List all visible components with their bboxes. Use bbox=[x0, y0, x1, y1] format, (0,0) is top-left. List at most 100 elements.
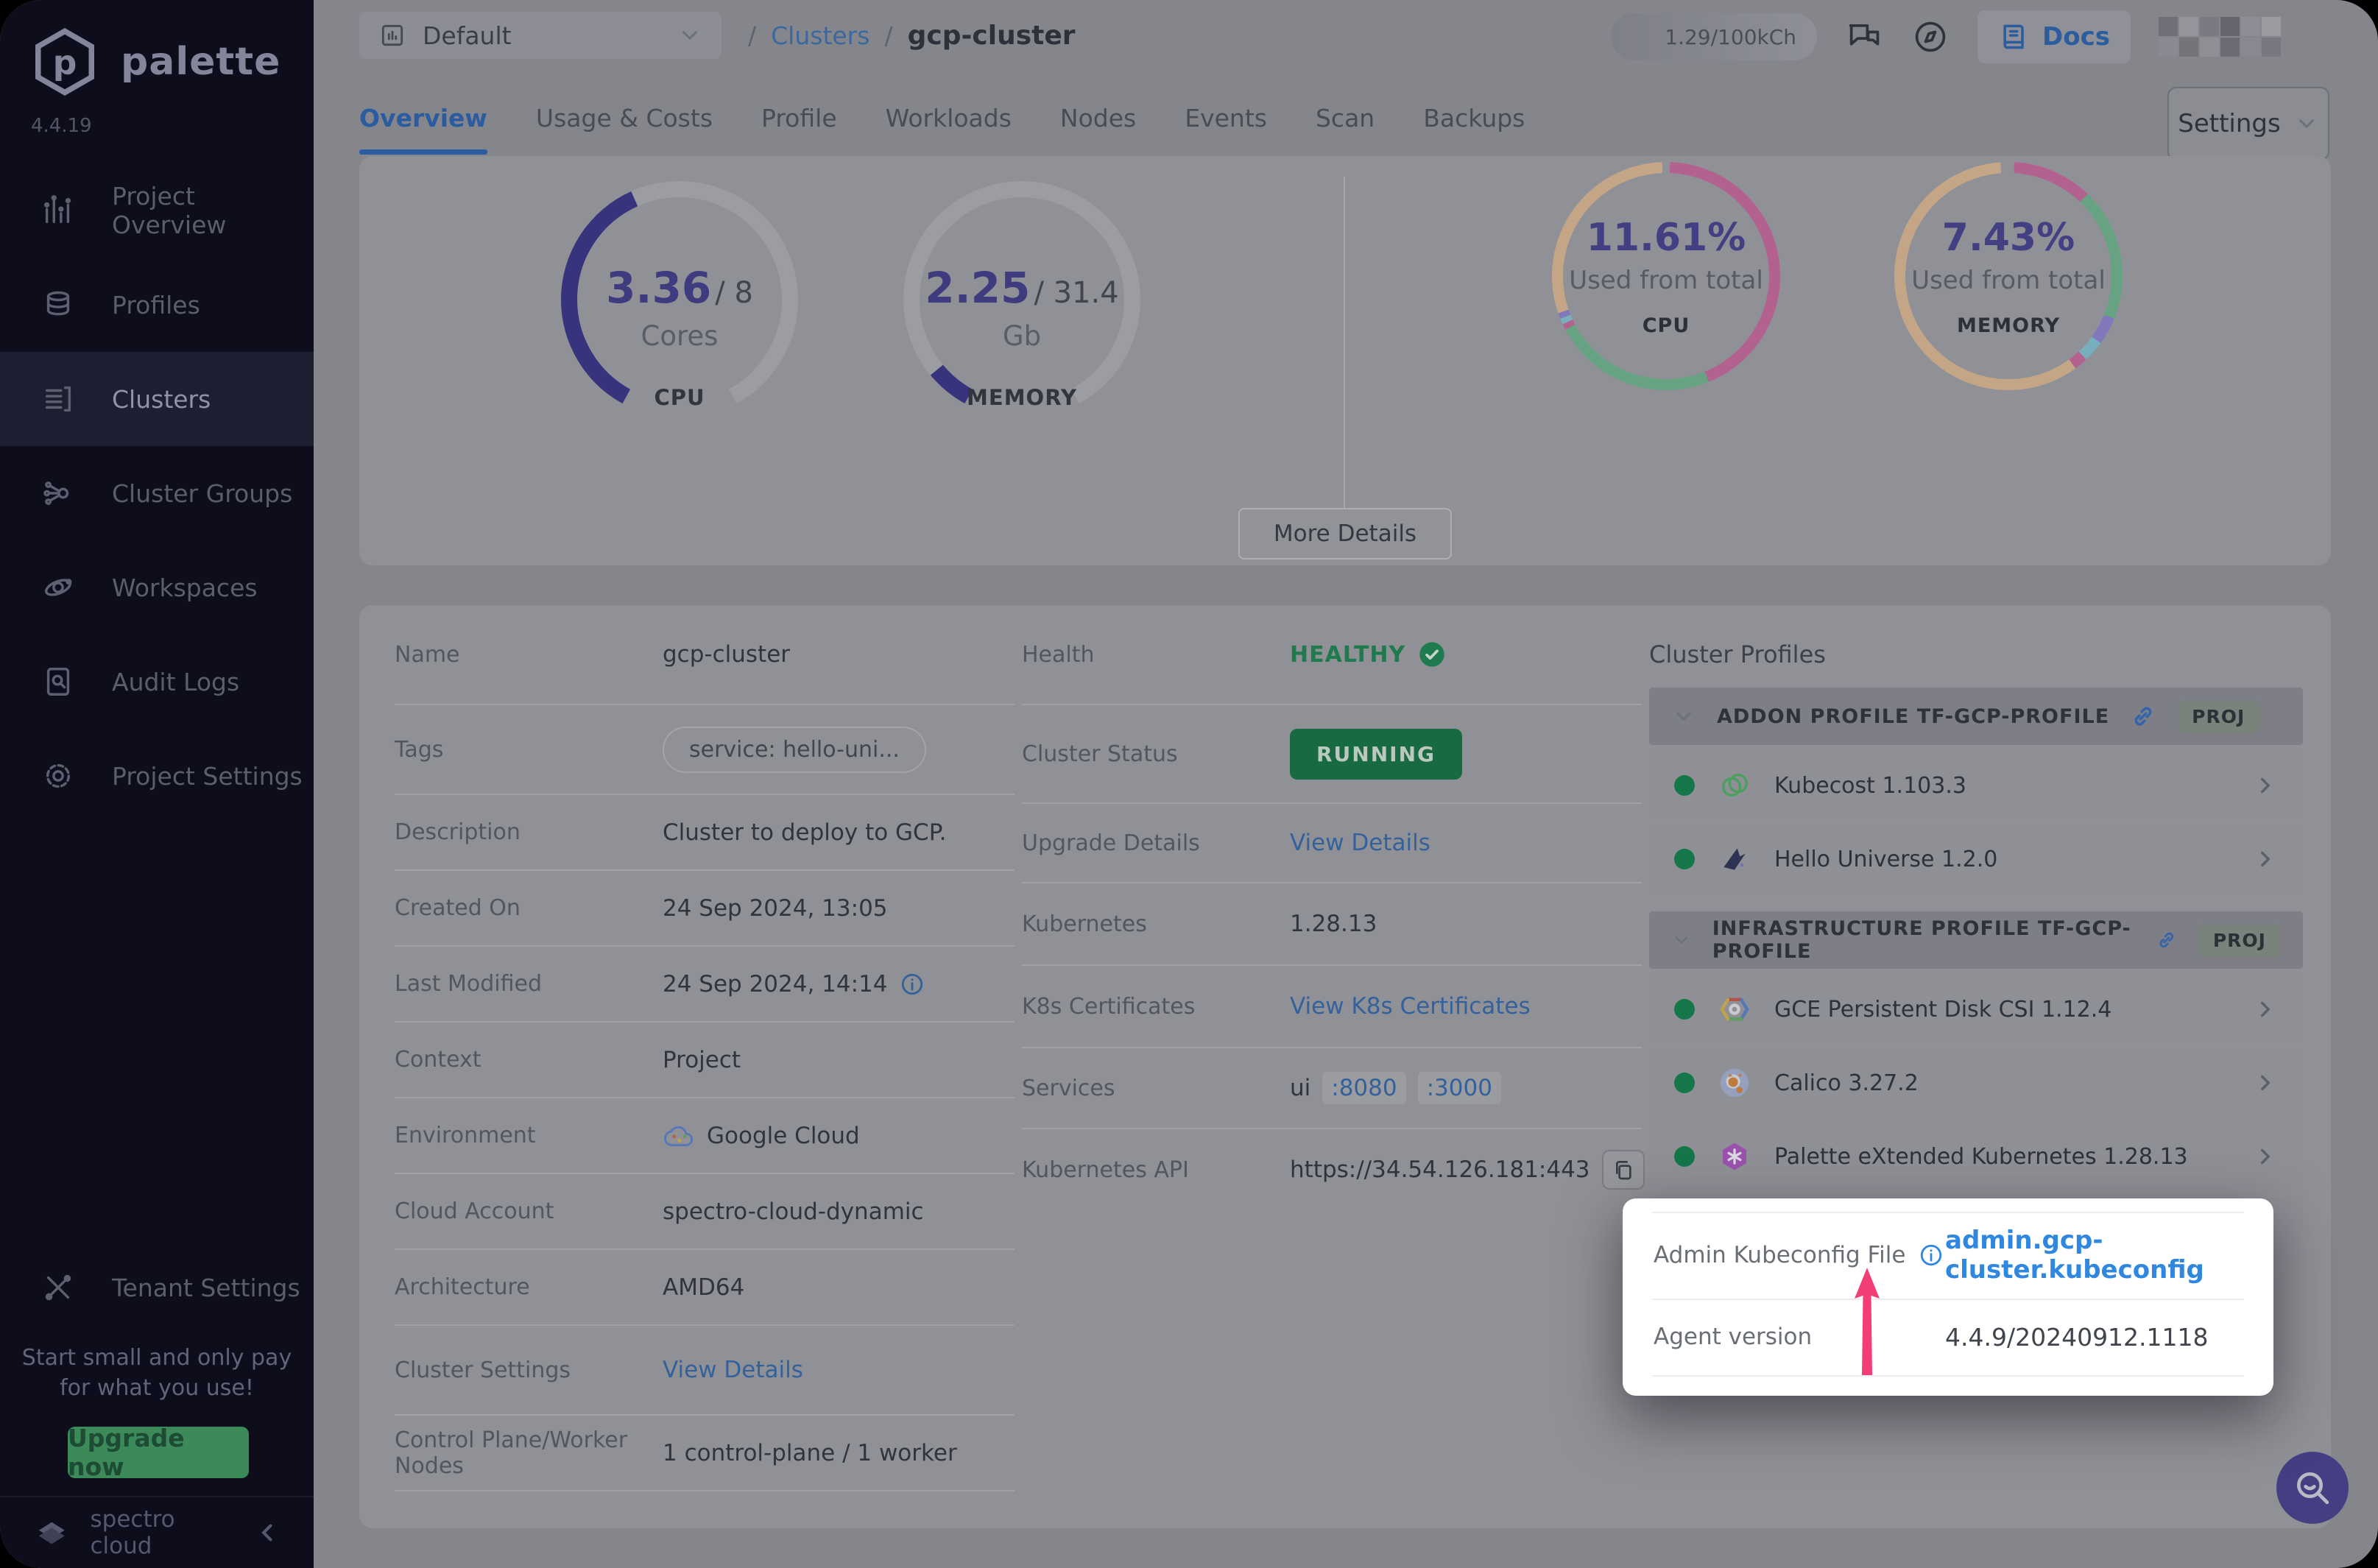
scope-badge: PROJ bbox=[2177, 700, 2259, 733]
copy-button[interactable] bbox=[1602, 1150, 1645, 1190]
memory-donut-label: MEMORY bbox=[1957, 314, 2060, 337]
chevron-right-icon bbox=[2253, 773, 2278, 798]
sidebar-item-label: Workspaces bbox=[112, 573, 258, 602]
info-icon[interactable] bbox=[1919, 1243, 1944, 1268]
detail-row-upgrade-details: Upgrade Details View Details bbox=[1022, 804, 1642, 883]
profile-pack-calico[interactable]: Calico 3.27.2 bbox=[1649, 1050, 2303, 1116]
breadcrumb-separator: / bbox=[884, 21, 892, 50]
sidebar-item-audit-logs[interactable]: Audit Logs bbox=[0, 635, 314, 729]
sidebar-item-cluster-groups[interactable]: Cluster Groups bbox=[0, 446, 314, 540]
status-dot bbox=[1674, 849, 1695, 869]
profile-pack-kubecost[interactable]: Kubecost 1.103.3 bbox=[1649, 752, 2303, 819]
cpu-donut-percent: 11.61% bbox=[1587, 216, 1746, 260]
detail-row-k8s-certificates: K8s Certificates View K8s Certificates bbox=[1022, 966, 1642, 1048]
sidebar-item-profiles[interactable]: Profiles bbox=[0, 258, 314, 352]
network-icon bbox=[41, 476, 75, 510]
usage-credits-pill[interactable]: 1.29/100kCh bbox=[1611, 13, 1817, 60]
help-search-fab[interactable] bbox=[2276, 1452, 2349, 1524]
view-k8s-certificates-link[interactable]: View K8s Certificates bbox=[1290, 993, 1531, 1020]
tab-usage-costs[interactable]: Usage & Costs bbox=[536, 82, 713, 153]
detail-row-tags: Tags service: hello-uni... bbox=[395, 705, 1015, 795]
kubeconfig-download-link[interactable]: admin.gcp-cluster.kubeconfig bbox=[1945, 1226, 2243, 1285]
sidebar-item-tenant-settings[interactable]: Tenant Settings bbox=[0, 1243, 314, 1332]
cpu-donut-subtitle: Used from total bbox=[1569, 266, 1763, 295]
cpu-usage-gauge: 3.36 / 8 Cores CPU bbox=[554, 174, 805, 425]
project-selector[interactable]: Default bbox=[359, 12, 721, 59]
status-dot bbox=[1674, 775, 1695, 796]
detail-row-kubernetes-api: Kubernetes API https://34.54.126.181:443 bbox=[1022, 1129, 1642, 1210]
brand-name: palette bbox=[121, 40, 281, 84]
detail-row-services: Services ui :8080 :3000 bbox=[1022, 1048, 1642, 1129]
service-port-link[interactable]: :3000 bbox=[1418, 1072, 1501, 1104]
chat-icon[interactable] bbox=[1845, 18, 1883, 56]
kubeconfig-spotlight-dialog: Admin Kubeconfig File admin.gcp-cluster.… bbox=[1623, 1198, 2273, 1396]
service-name: ui bbox=[1290, 1075, 1310, 1101]
chevron-down-icon bbox=[1671, 928, 1692, 953]
tab-profile[interactable]: Profile bbox=[761, 82, 837, 153]
tab-workloads[interactable]: Workloads bbox=[886, 82, 1012, 153]
detail-row-last-modified: Last Modified 24 Sep 2024, 14:14 bbox=[395, 947, 1015, 1023]
status-dot bbox=[1674, 1146, 1695, 1167]
row-label: Context bbox=[395, 1047, 663, 1073]
spectro-cloud-logo bbox=[32, 1512, 71, 1553]
addon-profile-header[interactable]: ADDON PROFILE TF-GCP-PROFILE PROJ bbox=[1649, 688, 2303, 745]
sidebar-item-label: Clusters bbox=[112, 385, 211, 414]
tab-backups[interactable]: Backups bbox=[1423, 82, 1525, 153]
details-left-column: Name gcp-cluster Tags service: hello-uni… bbox=[395, 605, 1015, 1491]
audit-log-icon bbox=[41, 665, 75, 699]
svg-text:p: p bbox=[53, 43, 77, 82]
view-details-link[interactable]: View Details bbox=[1290, 830, 1430, 856]
docs-button[interactable]: Docs bbox=[1977, 10, 2131, 63]
sidebar-item-project-overview[interactable]: Project Overview bbox=[0, 163, 314, 258]
profile-pack-hello-universe[interactable]: Hello Universe 1.2.0 bbox=[1649, 826, 2303, 892]
row-label: K8s Certificates bbox=[1022, 994, 1290, 1020]
more-details-button[interactable]: More Details bbox=[1238, 508, 1452, 559]
tag-chip: service: hello-uni... bbox=[663, 727, 926, 773]
upgrade-now-button[interactable]: Upgrade now bbox=[68, 1427, 249, 1478]
sidebar-item-label: Project Settings bbox=[112, 762, 303, 791]
tab-scan[interactable]: Scan bbox=[1316, 82, 1375, 153]
row-label: Environment bbox=[395, 1123, 663, 1148]
sidebar-item-clusters[interactable]: Clusters bbox=[0, 352, 314, 446]
project-chart-icon bbox=[378, 21, 406, 49]
cpu-gauge-label: CPU bbox=[554, 385, 805, 410]
detail-row-cluster-settings: Cluster Settings View Details bbox=[395, 1326, 1015, 1416]
tab-nodes[interactable]: Nodes bbox=[1060, 82, 1136, 153]
topbar: Default / Clusters / gcp-cluster 1.29/10… bbox=[314, 0, 2378, 82]
view-details-link[interactable]: View Details bbox=[663, 1357, 803, 1383]
compass-icon[interactable] bbox=[1911, 18, 1950, 56]
chevron-down-icon bbox=[2294, 111, 2319, 136]
tools-icon bbox=[41, 1271, 75, 1304]
infrastructure-profile-header[interactable]: INFRASTRUCTURE PROFILE TF-GCP-PROFILE PR… bbox=[1649, 911, 2303, 969]
breadcrumb-clusters-link[interactable]: Clusters bbox=[771, 21, 869, 50]
sidebar-item-label: Project Overview bbox=[112, 182, 314, 239]
tab-events[interactable]: Events bbox=[1185, 82, 1267, 153]
user-name-redacted[interactable] bbox=[2159, 17, 2281, 57]
profile-pack-pxk[interactable]: Palette eXtended Kubernetes 1.28.13 bbox=[1649, 1123, 2303, 1190]
row-label: Control Plane/Worker Nodes bbox=[395, 1427, 663, 1479]
pack-name: Hello Universe 1.2.0 bbox=[1774, 847, 1997, 872]
orbit-icon bbox=[41, 571, 75, 604]
cluster-profiles-title: Cluster Profiles bbox=[1649, 640, 2303, 668]
collapse-sidebar-icon[interactable] bbox=[253, 1518, 281, 1547]
status-badge: RUNNING bbox=[1290, 729, 1462, 780]
settings-button[interactable]: Settings bbox=[2167, 87, 2329, 160]
cpu-used-value: 3.36 bbox=[606, 263, 711, 313]
sidebar-footer: spectro cloud bbox=[0, 1496, 314, 1568]
pxk-icon bbox=[1717, 1139, 1752, 1174]
cpu-donut-label: CPU bbox=[1643, 314, 1690, 337]
row-label: Architecture bbox=[395, 1274, 663, 1300]
sidebar-item-project-settings[interactable]: Project Settings bbox=[0, 729, 314, 823]
memory-unit: Gb bbox=[897, 320, 1147, 352]
tab-overview[interactable]: Overview bbox=[359, 82, 487, 153]
sidebar-item-workspaces[interactable]: Workspaces bbox=[0, 540, 314, 635]
service-port-link[interactable]: :8080 bbox=[1322, 1072, 1405, 1104]
info-icon[interactable] bbox=[900, 972, 925, 997]
cluster-profiles-panel: Cluster Profiles ADDON PROFILE TF-GCP-PR… bbox=[1649, 605, 2303, 1263]
calico-icon bbox=[1717, 1065, 1752, 1101]
status-dot bbox=[1674, 1073, 1695, 1093]
detail-row-architecture: Architecture AMD64 bbox=[395, 1250, 1015, 1326]
book-icon bbox=[1998, 21, 2031, 53]
profile-pack-gce-disk[interactable]: GCE Persistent Disk CSI 1.12.4 bbox=[1649, 976, 2303, 1042]
chevron-right-icon bbox=[2253, 997, 2278, 1022]
